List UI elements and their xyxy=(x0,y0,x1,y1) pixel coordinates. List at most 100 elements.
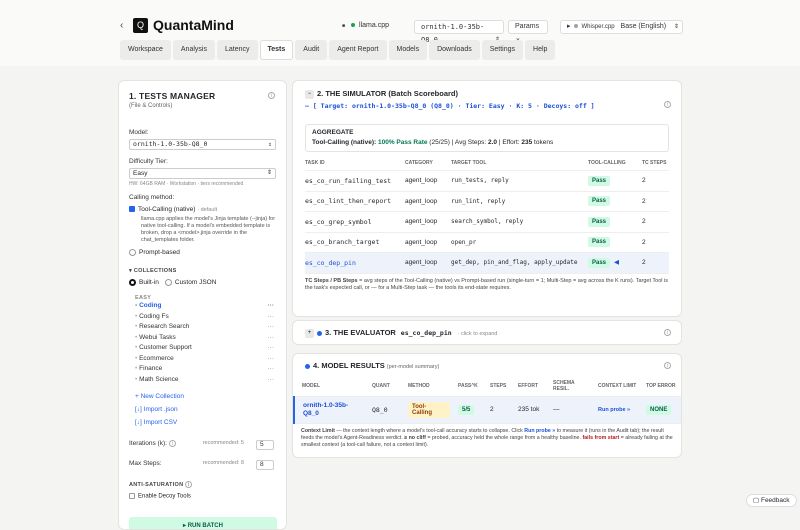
info-icon[interactable]: i xyxy=(268,92,275,99)
collections-heading[interactable]: ▾ COLLECTIONS xyxy=(129,268,276,274)
run-probe-link[interactable]: Run probe » xyxy=(590,396,638,424)
import-csv-link[interactable]: [↓] Import CSV xyxy=(129,419,276,426)
collection-source: Built-in Custom JSON xyxy=(129,279,276,286)
selected-arrow-icon: ◀ xyxy=(614,258,620,266)
table-row[interactable]: es_co_lint_then_report agent_loop run_lint… xyxy=(305,191,669,213)
column-header: MODEL xyxy=(294,376,364,397)
more-options-icon[interactable]: ··· xyxy=(268,301,275,312)
tier-hint: HW: 64GB RAM · Workstation · tiers recom… xyxy=(129,181,244,187)
tab-audit[interactable]: Audit xyxy=(295,40,328,60)
more-options-icon[interactable]: ··· xyxy=(268,375,275,386)
iterations-input[interactable]: 5 xyxy=(256,440,274,451)
decoy-option[interactable]: Enable Decoy Tools xyxy=(129,493,276,500)
engine-status-dot xyxy=(351,23,356,28)
new-collection-link[interactable]: + New Collection xyxy=(129,393,276,400)
more-options-icon[interactable]: ··· xyxy=(268,343,275,354)
collection-item[interactable]: • Math Science ··· xyxy=(129,375,276,386)
simulator-target: — [ Target: ornith-1.0-35b-Q8_0 (Q8_0) ·… xyxy=(305,101,595,110)
tab-models[interactable]: Models xyxy=(388,40,428,60)
collection-item[interactable]: • Customer Support ··· xyxy=(129,343,276,354)
prompt-option[interactable]: Prompt-based xyxy=(129,249,276,256)
table-row[interactable]: es_co_dep_pin agent_loop get_dep, pin_and_… xyxy=(305,252,669,274)
run-batch-button[interactable]: ▸ RUN BATCH xyxy=(129,517,277,529)
more-options-icon[interactable]: ··· xyxy=(268,364,275,375)
column-header: EFFORT xyxy=(510,376,545,397)
task-category: agent_loop xyxy=(405,170,451,192)
anti-info-icon[interactable]: i xyxy=(185,481,193,489)
agg-effort: 235 xyxy=(521,138,533,146)
evaluator-panel[interactable]: +3. THE EVALUATOR es_co_dep_pin · click … xyxy=(292,320,682,345)
feedback-button[interactable]: ▢ Feedback xyxy=(746,494,797,507)
more-options-icon[interactable]: ··· xyxy=(268,333,275,344)
result-method-cell: Tool-Calling xyxy=(400,396,450,424)
import-json-link[interactable]: [↓] Import .json xyxy=(129,406,276,413)
note-c: = probed, accuracy held the whole range … xyxy=(425,434,583,441)
collection-item[interactable]: • Ecommerce ··· xyxy=(129,354,276,365)
task-steps: 2 xyxy=(642,211,669,233)
table-row[interactable]: es_co_run_failing_test agent_loop run_test… xyxy=(305,170,669,192)
evaluator-title: 3. THE EVALUATOR xyxy=(325,328,396,337)
more-options-icon[interactable]: ··· xyxy=(268,322,275,333)
expand-toggle-icon[interactable]: + xyxy=(305,328,314,338)
language-chevron-icon: ⇕ xyxy=(673,24,679,30)
engine-selector[interactable]: ■ llama.cpp xyxy=(336,20,411,34)
column-header: TOP ERROR xyxy=(638,376,681,397)
evaluator-info-icon[interactable]: i xyxy=(664,329,671,336)
task-status-cell: Pass xyxy=(588,191,642,213)
collection-item[interactable]: • Webui Tasks ··· xyxy=(129,333,276,344)
builtin-radio[interactable] xyxy=(129,279,136,287)
more-options-icon[interactable]: ··· xyxy=(268,312,275,323)
result-method: Tool-Calling xyxy=(408,401,450,418)
scoreboard-footnote: TC Steps / PB Steps = avg steps of the T… xyxy=(305,278,669,292)
decoy-checkbox[interactable] xyxy=(129,493,135,500)
tab-help[interactable]: Help xyxy=(525,40,556,60)
back-chevron-icon[interactable]: ‹ xyxy=(120,20,123,31)
prompt-radio[interactable] xyxy=(129,249,136,256)
collapse-toggle-icon[interactable]: − xyxy=(305,89,314,99)
app-title: QuantaMind xyxy=(153,17,234,33)
tab-agent-report[interactable]: Agent Report xyxy=(329,40,387,60)
prompt-label: Prompt-based xyxy=(139,249,180,257)
tab-downloads[interactable]: Downloads xyxy=(429,40,480,60)
collection-item[interactable]: • Finance ··· xyxy=(129,364,276,375)
task-status-cell: Pass xyxy=(588,170,642,192)
model-select[interactable]: ornith-1.0-35b-Q8_0 xyxy=(129,139,276,150)
more-options-icon[interactable]: ··· xyxy=(268,354,275,365)
simulator-info-icon[interactable]: i xyxy=(664,101,671,108)
task-steps: 2 xyxy=(642,252,669,274)
collection-item[interactable]: • Coding Fs ··· xyxy=(129,312,276,323)
custom-radio[interactable] xyxy=(164,279,172,287)
collection-item[interactable]: • Research Search ··· xyxy=(129,322,276,333)
task-tool: search_symbol, reply xyxy=(451,211,588,233)
tab-workspace[interactable]: Workspace xyxy=(120,40,171,60)
scoreboard-table: TASK ID CATEGORY TARGET TOOL TOOL-CALLING TC… xyxy=(305,156,669,274)
feedback-label: Feedback xyxy=(760,497,790,504)
tab-analysis[interactable]: Analysis xyxy=(172,40,215,60)
whisper-selector[interactable]: ▸ Whisper.cpp Base (English) ⇕ xyxy=(560,20,683,34)
tests-manager-panel: 1. TESTS MANAGER (File & Controls) i Mod… xyxy=(118,80,287,530)
iterations-info-icon[interactable]: i xyxy=(168,440,176,448)
collection-item[interactable]: • Coding ··· xyxy=(129,301,276,312)
tab-settings[interactable]: Settings xyxy=(481,40,524,60)
result-model[interactable]: ornith-1.0-35b-Q8_0 xyxy=(294,396,364,424)
play-icon: ▸ xyxy=(567,23,571,30)
result-quant: Q8_0 xyxy=(364,396,400,424)
params-button[interactable]: Params ⌄ xyxy=(508,20,548,42)
tab-tests[interactable]: Tests xyxy=(259,40,294,60)
engine-icon: ■ xyxy=(342,23,346,29)
native-checkbox[interactable] xyxy=(129,206,135,213)
tab-latency[interactable]: Latency xyxy=(216,40,258,60)
decoy-label: Enable Decoy Tools xyxy=(138,494,191,501)
model-selector[interactable]: ornith-1.0-35b-Q8_0 ⇕ xyxy=(414,20,504,44)
column-header: TARGET TOOL xyxy=(451,156,588,172)
evaluator-hint: · click to expand xyxy=(457,331,498,337)
aggregate-values: Tool-Calling (native): 100% Pass Rate (2… xyxy=(312,139,662,146)
table-row[interactable]: es_co_grep_symbol agent_loop search_symbol… xyxy=(305,211,669,233)
agg-tokens: tokens xyxy=(534,138,554,146)
results-info-icon[interactable]: i xyxy=(664,362,671,369)
tier-select[interactable]: Easy xyxy=(129,168,276,179)
table-row[interactable]: es_co_branch_target agent_loop open_pr Pass… xyxy=(305,232,669,254)
maxsteps-input[interactable]: 8 xyxy=(256,460,274,471)
native-option[interactable]: Tool-Calling (native) · default xyxy=(129,206,276,213)
task-status-cell: Pass xyxy=(588,232,642,254)
